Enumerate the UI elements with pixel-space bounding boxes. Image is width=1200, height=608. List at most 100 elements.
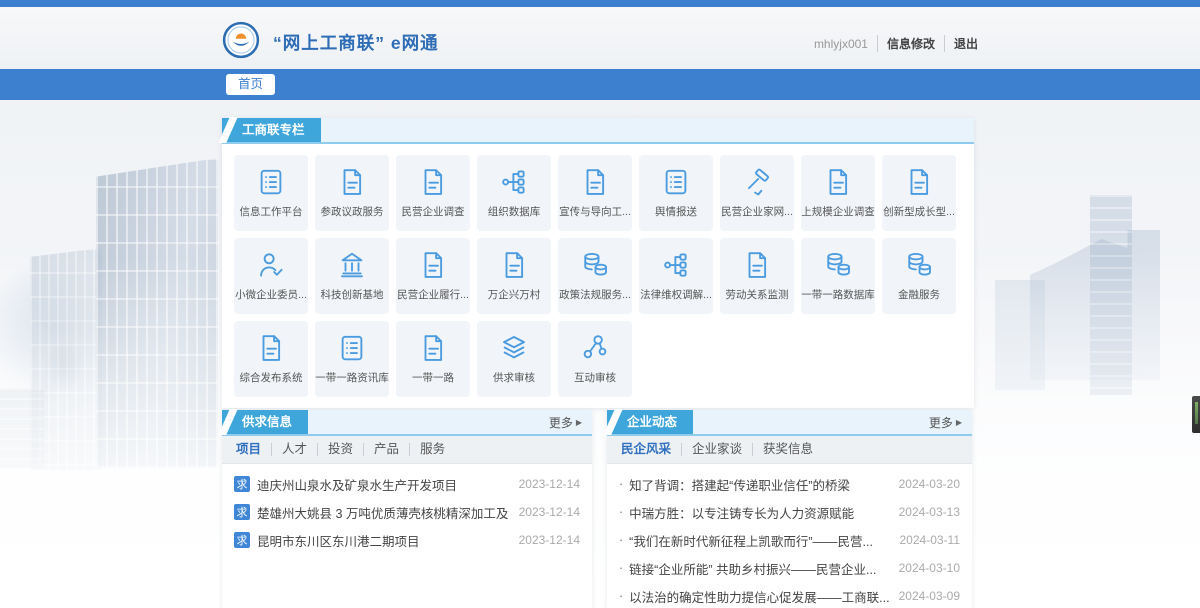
- supply-item-title: 楚雄州大姚县 3 万吨优质薄壳核桃精深加工及科...: [257, 503, 509, 522]
- supply-item-date: 2023-12-14: [519, 533, 580, 547]
- tile-label: 科技创新基地: [321, 287, 384, 302]
- doc-icon: [337, 167, 367, 197]
- supply-tab-3[interactable]: 产品: [363, 443, 409, 456]
- tile-label: 互动审核: [574, 370, 616, 385]
- tile-0[interactable]: 信息工作平台: [234, 155, 308, 231]
- tile-15[interactable]: 劳动关系监测: [720, 238, 794, 314]
- supply-item-2[interactable]: 求昆明市东川区东川港二期项目 2023-12-14: [222, 526, 592, 554]
- supply-tab-1[interactable]: 人才: [271, 443, 317, 456]
- supply-tab-2[interactable]: 投资: [317, 443, 363, 456]
- tile-5[interactable]: 舆情报送: [639, 155, 713, 231]
- tile-2[interactable]: 民营企业调查: [396, 155, 470, 231]
- tile-11[interactable]: 民营企业履行...: [396, 238, 470, 314]
- tile-12[interactable]: 万企兴万村: [477, 238, 551, 314]
- supply-item-title: 昆明市东川区东川港二期项目: [257, 531, 509, 550]
- doc-icon: [742, 250, 772, 280]
- tile-21[interactable]: 供求审核: [477, 321, 551, 397]
- doc-icon: [580, 167, 610, 197]
- news-item-1[interactable]: ·中瑞方胜：以专注铸专长为人力资源赋能2024-03-13: [607, 498, 972, 526]
- list-icon: [256, 167, 286, 197]
- tile-3[interactable]: 组织数据库: [477, 155, 551, 231]
- page: “网上工商联” e网通 mhlyjx001 信息修改 退出 首页 工商联专栏 信…: [0, 0, 1200, 608]
- demand-badge: 求: [234, 476, 250, 492]
- tile-label: 上规模企业调查: [801, 204, 875, 219]
- news-item-title: 知了背调：搭建起“传递职业信任”的桥梁: [629, 475, 888, 494]
- brand: “网上工商联” e网通: [222, 21, 439, 64]
- doc-icon: [499, 250, 529, 280]
- tile-13[interactable]: 政策法规服务...: [558, 238, 632, 314]
- doc-icon: [418, 333, 448, 363]
- tile-20[interactable]: 一带一路: [396, 321, 470, 397]
- supply-more-arrow-icon: ▶: [576, 418, 582, 427]
- tile-label: 一带一路资讯库: [315, 370, 389, 385]
- supply-more-label: 更多: [549, 414, 573, 431]
- news-tab-0[interactable]: 民企风采: [611, 443, 681, 456]
- supply-tabs: 项目人才投资产品服务: [222, 436, 592, 464]
- tile-label: 小微企业委员...: [235, 287, 307, 302]
- tile-9[interactable]: 小微企业委员...: [234, 238, 308, 314]
- coins-icon: [823, 250, 853, 280]
- gavel-icon: [742, 167, 772, 197]
- tile-14[interactable]: 法律维权调解...: [639, 238, 713, 314]
- supply-tab-0[interactable]: 项目: [226, 443, 271, 456]
- news-item-date: 2024-03-10: [899, 561, 960, 575]
- tile-label: 组织数据库: [488, 204, 541, 219]
- supply-item-0[interactable]: 求迪庆州山泉水及矿泉水生产开发项目2023-12-14: [222, 470, 592, 498]
- news-item-0[interactable]: ·知了背调：搭建起“传递职业信任”的桥梁2024-03-20: [607, 470, 972, 498]
- news-tab-2[interactable]: 获奖信息: [752, 443, 823, 456]
- tile-label: 劳动关系监测: [726, 287, 789, 302]
- tile-17[interactable]: 金融服务: [882, 238, 956, 314]
- tile-1[interactable]: 参政议政服务: [315, 155, 389, 231]
- news-list: ·知了背调：搭建起“传递职业信任”的桥梁2024-03-20·中瑞方胜：以专注铸…: [607, 464, 972, 608]
- logout-link[interactable]: 退出: [944, 35, 978, 52]
- tile-label: 政策法规服务...: [559, 287, 631, 302]
- doc-icon: [904, 167, 934, 197]
- nav-tab-home[interactable]: 首页: [226, 74, 275, 95]
- tile-6[interactable]: 民营企业家网...: [720, 155, 794, 231]
- doc-icon: [823, 167, 853, 197]
- demand-badge: 求: [234, 504, 250, 520]
- news-more-link[interactable]: 更多 ▶: [929, 410, 972, 434]
- supply-item-date: 2023-12-14: [519, 505, 580, 519]
- supply-tab-4[interactable]: 服务: [409, 443, 455, 456]
- tile-7[interactable]: 上规模企业调查: [801, 155, 875, 231]
- demand-badge: 求: [234, 532, 250, 548]
- tile-label: 法律维权调解...: [640, 287, 712, 302]
- header: “网上工商联” e网通 mhlyjx001 信息修改 退出: [0, 7, 1200, 69]
- tile-label: 信息工作平台: [240, 204, 303, 219]
- tile-22[interactable]: 互动审核: [558, 321, 632, 397]
- bullet-dot: ·: [619, 505, 623, 519]
- supply-more-link[interactable]: 更多 ▶: [549, 410, 592, 434]
- bullet-dot: ·: [619, 561, 623, 575]
- doc-icon: [256, 333, 286, 363]
- bullet-dot: ·: [619, 589, 623, 603]
- news-item-4[interactable]: ·以法治的确定性助力提信心促发展——工商联...2024-03-09: [607, 582, 972, 608]
- edit-info-link[interactable]: 信息修改: [877, 35, 944, 52]
- news-item-3[interactable]: ·链接“企业所能” 共助乡村振兴——民营企业...2024-03-10: [607, 554, 972, 582]
- special-column-panel: 工商联专栏 信息工作平台参政议政服务民营企业调查组织数据库宣传与导向工...舆情…: [222, 118, 974, 408]
- tile-18[interactable]: 综合发布系统: [234, 321, 308, 397]
- edge-floating-widget[interactable]: [1192, 396, 1200, 433]
- news-more-arrow-icon: ▶: [956, 418, 962, 427]
- news-more-label: 更多: [929, 414, 953, 431]
- news-item-date: 2024-03-13: [899, 505, 960, 519]
- news-panel-title: 企业动态: [607, 410, 693, 434]
- tile-label: 一带一路: [412, 370, 454, 385]
- doc-icon: [418, 250, 448, 280]
- list-icon: [337, 333, 367, 363]
- bullet-dot: ·: [619, 477, 623, 491]
- network-icon: [580, 333, 610, 363]
- news-panel-header: 企业动态 更多 ▶: [607, 410, 972, 436]
- supply-item-1[interactable]: 求楚雄州大姚县 3 万吨优质薄壳核桃精深加工及科... 2023-12-14: [222, 498, 592, 526]
- tile-4[interactable]: 宣传与导向工...: [558, 155, 632, 231]
- orgchart-icon: [499, 167, 529, 197]
- tile-8[interactable]: 创新型成长型...: [882, 155, 956, 231]
- news-tab-1[interactable]: 企业家谈: [681, 443, 752, 456]
- tile-16[interactable]: 一带一路数据库: [801, 238, 875, 314]
- tile-label: 一带一路数据库: [801, 287, 875, 302]
- bullet-dot: ·: [619, 533, 623, 547]
- tile-label: 金融服务: [898, 287, 940, 302]
- tile-19[interactable]: 一带一路资讯库: [315, 321, 389, 397]
- tile-10[interactable]: 科技创新基地: [315, 238, 389, 314]
- news-item-2[interactable]: ·“我们在新时代新征程上凯歌而行”——民营...2024-03-11: [607, 526, 972, 554]
